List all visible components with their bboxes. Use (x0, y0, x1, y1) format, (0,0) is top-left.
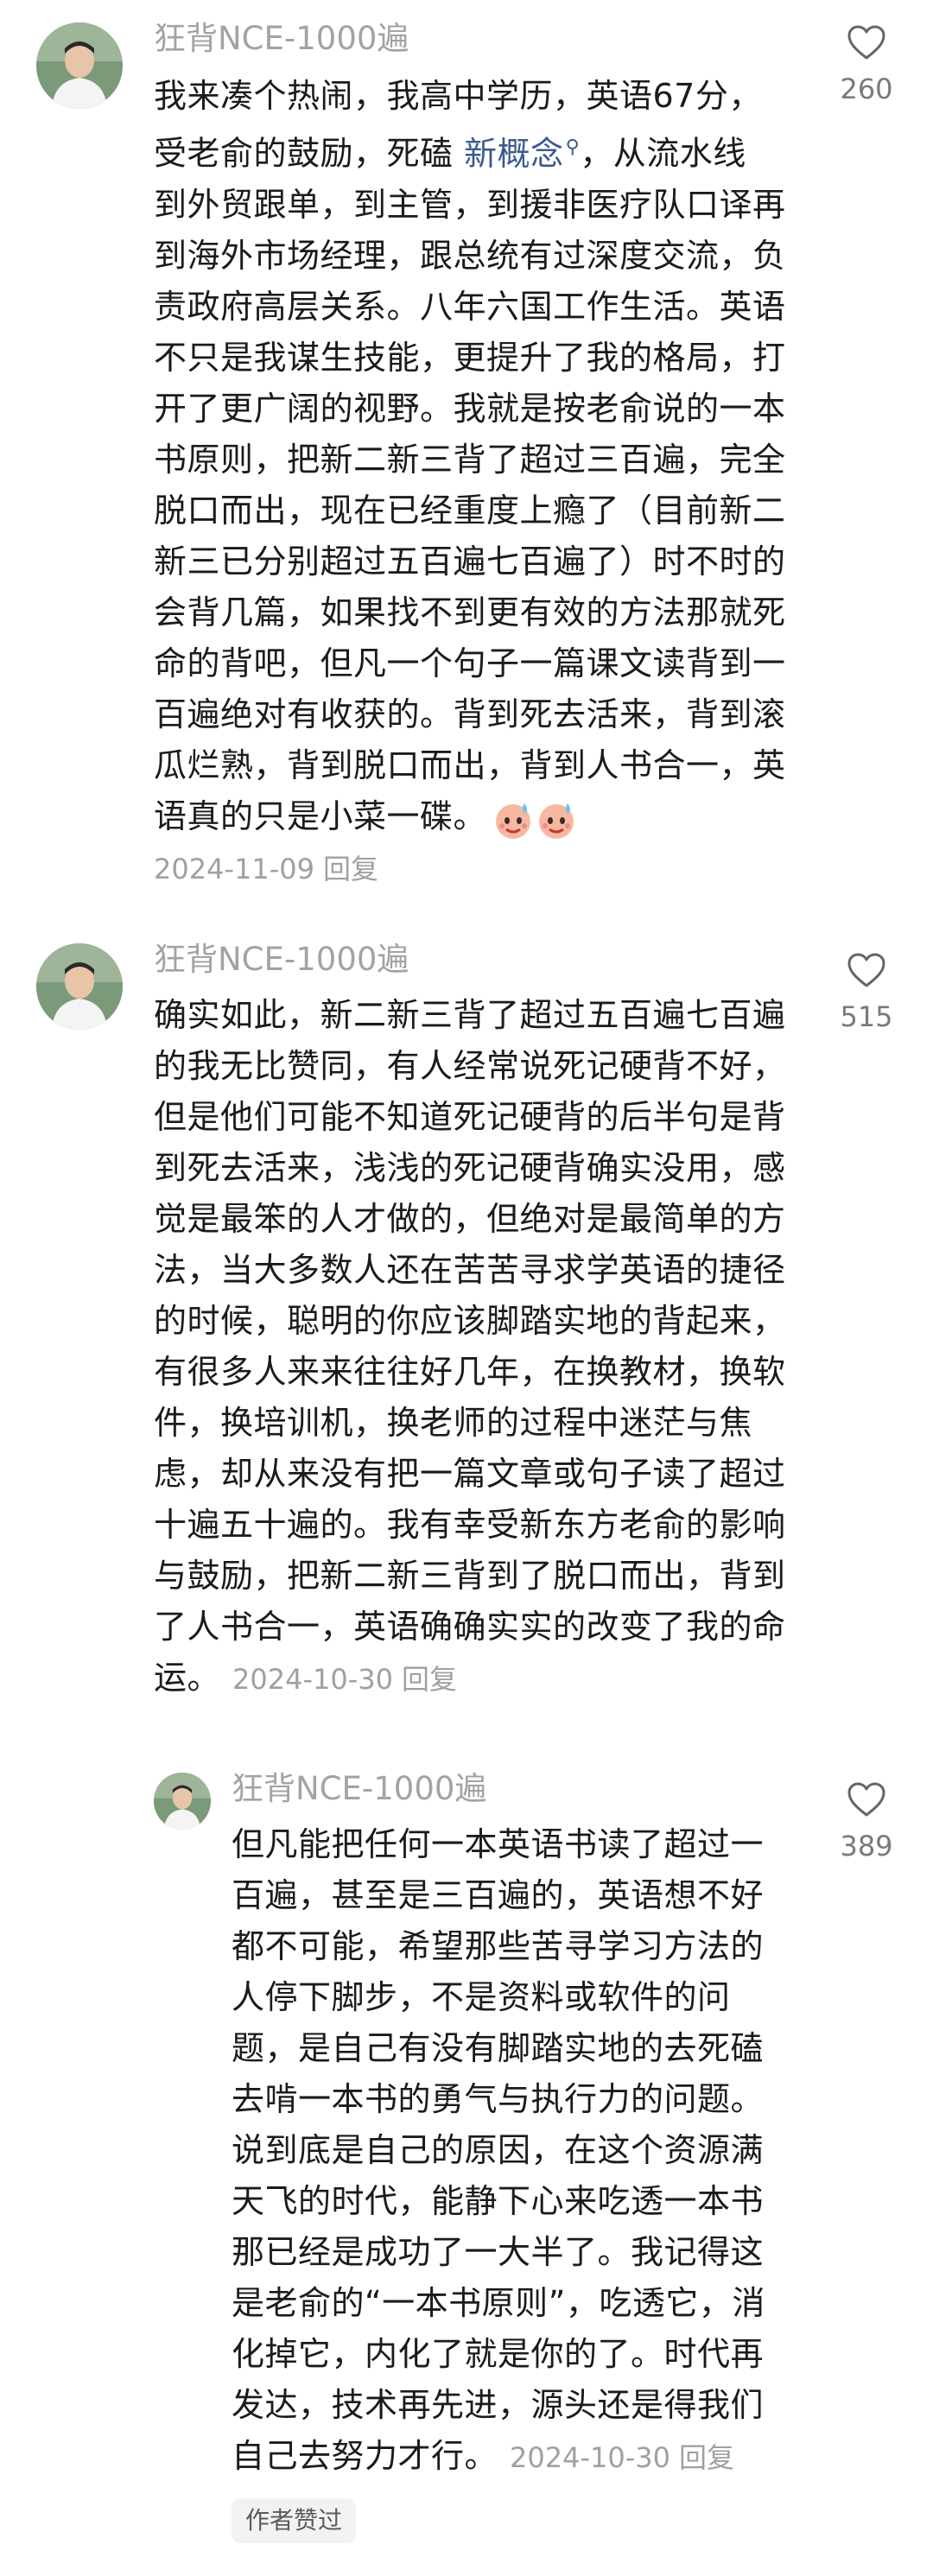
text-line: 了人书合一，英语确确实实的改变了我的命 (154, 1608, 786, 1646)
emoji-icon (496, 803, 531, 840)
text-line: 与鼓励，把新二新三背到了脱口而出，背到 (154, 1557, 786, 1595)
comment-text: 我来凑个热闹，我高中学历，英语67分， 受老俞的鼓励，死磕 新概念⚲，从流水线 … (154, 71, 828, 844)
avatar-icon (36, 943, 123, 1030)
text-segment: ，从流水线 (580, 134, 746, 173)
avatar[interactable] (36, 943, 123, 1030)
reply-button[interactable]: 回复 (323, 853, 378, 885)
text-line: 法，当大多数人还在苦苦寻求学英语的捷径 (154, 1251, 786, 1289)
text-line: 到死去活来，浅浅的死记硬背确实没用，感 (154, 1149, 786, 1187)
like-button[interactable]: 515 (828, 952, 905, 1033)
text-line: 十遍五十遍的。我有幸受新东方老俞的影响 (154, 1506, 786, 1544)
text-segment: 语真的只是小菜一碟。 (154, 796, 487, 835)
text-line: 命的背吧，但凡一个句子一篇课文读背到一 (154, 644, 786, 682)
heart-icon (847, 953, 885, 987)
text-line: 百遍，甚至是三百遍的，英语想不好 (232, 1876, 765, 1914)
text-line: 题，是自己有没有脚踏实地的去死磕 (232, 2029, 765, 2067)
text-line: 天飞的时代，能静下心来吃透一本书 (232, 2182, 765, 2220)
like-button[interactable]: 389 (828, 1781, 905, 1862)
text-line: 我来凑个热闹，我高中学历，英语67分， (154, 77, 762, 115)
heart-icon (847, 25, 885, 60)
timestamp: 2024-10-30 (510, 2441, 670, 2474)
text-line: 百遍绝对有收获的。背到死去活来，背到滚 (154, 695, 786, 733)
avatar[interactable] (154, 1773, 211, 1830)
text-line: 说到底是自己的原因，在这个资源满 (232, 2131, 765, 2169)
text-line: 不只是我谋生技能，更提升了我的格局，打 (154, 338, 786, 377)
text-line: 的时候，聪明的你应该脚踏实地的背起来， (154, 1302, 786, 1340)
like-count: 389 (840, 1830, 893, 1862)
text-line: 的我无比赞同，有人经常说死记硬背不好， (154, 1047, 786, 1085)
like-button[interactable]: 260 (828, 24, 905, 105)
keyword-link[interactable]: 新概念⚲ (464, 135, 580, 173)
text-line: 有很多人来来往往好几年，在换教材，换软 (154, 1353, 786, 1391)
text-line: 虑，却从来没有把一篇文章或句子读了超过 (154, 1455, 786, 1493)
text-line: 化掉它，内化了就是你的了。时代再 (232, 2335, 765, 2373)
text-line: 件，换培训机，换老师的过程中迷茫与焦 (154, 1404, 753, 1442)
emoji-icon (539, 803, 574, 840)
heart-icon (847, 1782, 885, 1817)
text-line: 觉是最笨的人才做的，但绝对是最简单的方 (154, 1200, 786, 1238)
text-line: 但凡能把任何一本英语书读了超过一 (232, 1825, 765, 1863)
avatar-icon (154, 1773, 211, 1830)
text-line: 责政府高层关系。八年六国工作生活。英语 (154, 287, 786, 326)
username[interactable]: 狂背NCE-1000遍 (154, 938, 409, 981)
text-line: 人停下脚步，不是资料或软件的问 (232, 1978, 731, 2016)
text-segment: 自己去努力才行。 (232, 2437, 498, 2475)
sweat-smile-emoji (492, 793, 578, 844)
text-line: 发达，技术再先进，源头还是得我们 (232, 2386, 765, 2424)
text-line: 运。 2024-10-30 回复 (154, 1653, 828, 1705)
text-line: 受老俞的鼓励，死磕 新概念⚲，从流水线 (154, 122, 828, 180)
text-line: 但是他们可能不知道死记硬背的后半句是背 (154, 1098, 786, 1136)
like-count: 260 (840, 73, 893, 105)
text-segment: 运。 (154, 1659, 221, 1697)
text-line: 确实如此，新二新三背了超过五百遍七百遍 (154, 996, 786, 1034)
text-segment: 受老俞的鼓励，死磕 (154, 134, 465, 173)
text-line: 自己去努力才行。 2024-10-30 回复 (232, 2431, 802, 2484)
text-line: 语真的只是小菜一碟。 (154, 791, 828, 844)
reply-button[interactable]: 回复 (679, 2441, 734, 2474)
avatar[interactable] (36, 22, 123, 109)
like-count: 515 (840, 1000, 893, 1033)
text-line: 都不可能，希望那些苦寻学习方法的 (232, 1927, 765, 1965)
search-icon: ⚲ (565, 136, 581, 158)
text-line: 书原则，把新二新三背了超过三百遍，完全 (154, 440, 786, 479)
comment-meta: 2024-10-30 回复 (232, 1663, 457, 1696)
timestamp: 2024-10-30 (232, 1663, 393, 1696)
author-liked-badge: 作者赞过 (232, 2498, 357, 2543)
text-line: 去啃一本书的勇气与执行力的问题。 (232, 2080, 765, 2118)
text-line: 瓜烂熟，背到脱口而出，背到人书合一，英 (154, 746, 786, 784)
text-line: 到外贸跟单，到主管，到援非医疗队口译再 (154, 185, 786, 224)
timestamp: 2024-11-09 (154, 853, 314, 885)
comment-meta: 2024-10-30 回复 (510, 2441, 734, 2474)
text-line: 脱口而出，现在已经重度上瘾了（目前新二 (154, 491, 786, 530)
username[interactable]: 狂背NCE-1000遍 (232, 1767, 486, 1811)
text-line: 新三已分别超过五百遍七百遍了）时不时的 (154, 542, 786, 581)
comment-meta: 2024-11-09 回复 (154, 850, 378, 888)
username[interactable]: 狂背NCE-1000遍 (154, 17, 409, 60)
reply-button[interactable]: 回复 (402, 1663, 457, 1696)
text-line: 开了更广阔的视野。我就是按老俞说的一本 (154, 389, 786, 428)
comment-text: 确实如此，新二新三背了超过五百遍七百遍 的我无比赞同，有人经常说死记硬背不好， … (154, 990, 828, 1705)
text-line: 到海外市场经理，跟总统有过深度交流，负 (154, 236, 786, 275)
text-line: 会背几篇，如果找不到更有效的方法那就死 (154, 593, 786, 631)
keyword-label: 新概念 (464, 134, 564, 173)
comment-text: 但凡能把任何一本英语书读了超过一 百遍，甚至是三百遍的，英语想不好 都不可能，希… (232, 1819, 802, 2484)
text-line: 是老俞的“一本书原则”，吃透它，消 (232, 2284, 765, 2322)
avatar-icon (36, 22, 123, 109)
text-line: 那已经是成功了一大半了。我记得这 (232, 2233, 765, 2271)
